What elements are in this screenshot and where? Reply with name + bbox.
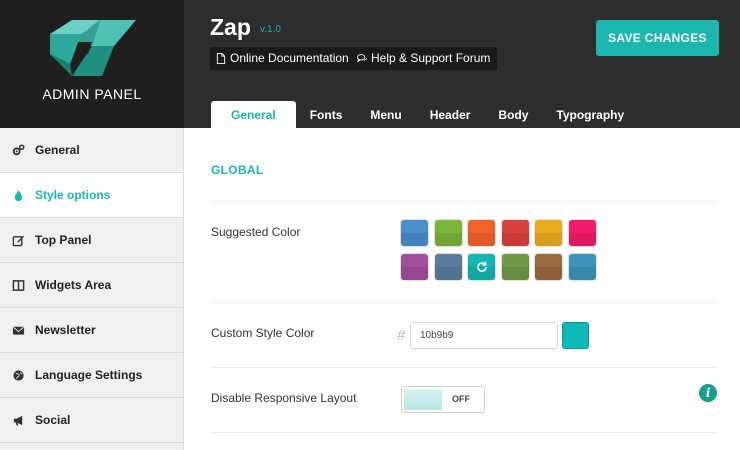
tab-general[interactable]: General	[211, 101, 296, 128]
tab-fonts[interactable]: Fonts	[296, 101, 357, 128]
document-icon	[216, 53, 226, 64]
drop-icon	[11, 188, 25, 202]
sidebar-item-style-options[interactable]: Style options	[0, 173, 183, 218]
section-title: GLOBAL	[211, 163, 264, 177]
color-swatch[interactable]	[434, 220, 462, 246]
divider	[211, 432, 717, 433]
envelope-icon	[11, 323, 25, 337]
sidebar: General Style options Top Panel Widgets …	[0, 128, 184, 450]
logo-icon	[50, 20, 136, 76]
edit-icon	[11, 233, 25, 247]
sidebar-item-label: Newsletter	[35, 323, 96, 337]
color-swatch[interactable]	[501, 254, 529, 280]
divider	[211, 302, 717, 303]
sidebar-item-label: General	[35, 143, 80, 157]
sidebar-item-label: Top Panel	[35, 233, 92, 247]
color-swatch[interactable]	[401, 254, 428, 280]
online-documentation-label: Online Documentation	[230, 51, 349, 65]
color-swatch[interactable]	[569, 254, 596, 280]
help-support-forum-link[interactable]: Help & Support Forum	[351, 47, 498, 70]
globe-icon	[11, 368, 25, 382]
sidebar-item-widgets-area[interactable]: Widgets Area	[0, 263, 183, 308]
tab-menu[interactable]: Menu	[356, 101, 415, 128]
comments-icon	[357, 54, 367, 63]
sidebar-item-label: Social	[35, 413, 71, 427]
color-swatch[interactable]	[434, 254, 462, 280]
columns-icon	[11, 278, 25, 292]
color-swatch[interactable]	[535, 220, 563, 246]
color-swatch[interactable]	[401, 220, 428, 246]
custom-style-color-label: Custom Style Color	[211, 326, 315, 340]
responsive-layout-toggle[interactable]: OFF	[401, 386, 485, 413]
bullhorn-icon	[11, 413, 25, 427]
sidebar-item-language-settings[interactable]: Language Settings	[0, 353, 183, 398]
brand-panel: ADMIN PANEL	[0, 0, 184, 128]
app-version: v.1.0	[260, 24, 281, 35]
suggested-color-label: Suggested Color	[211, 225, 301, 239]
sidebar-item-general[interactable]: General	[0, 128, 183, 173]
gears-icon	[11, 143, 25, 157]
online-documentation-link[interactable]: Online Documentation	[210, 47, 356, 70]
tab-bar: General Fonts Menu Header Body Typograph…	[211, 101, 638, 128]
color-swatch[interactable]	[501, 220, 529, 246]
color-swatch[interactable]	[468, 220, 496, 246]
header: Zap v.1.0 Online Documentation Help & Su…	[184, 0, 740, 128]
color-swatch[interactable]	[535, 254, 563, 280]
app-title: Zap	[210, 14, 251, 40]
main-content: GLOBAL Suggested Color Custom Style Colo…	[184, 128, 740, 450]
save-changes-button[interactable]: SAVE CHANGES	[596, 20, 719, 56]
color-swatch[interactable]	[468, 254, 496, 280]
divider	[211, 201, 717, 202]
custom-color-input[interactable]	[410, 322, 558, 349]
sidebar-item-top-panel[interactable]: Top Panel	[0, 218, 183, 263]
disable-responsive-layout-label: Disable Responsive Layout	[211, 391, 357, 405]
toggle-knob[interactable]	[404, 389, 442, 410]
sidebar-item-label: Widgets Area	[35, 278, 112, 292]
color-preview[interactable]	[562, 322, 589, 349]
tab-typography[interactable]: Typography	[542, 101, 638, 128]
sidebar-item-newsletter[interactable]: Newsletter	[0, 308, 183, 353]
hash-symbol: #	[397, 327, 406, 344]
sidebar-item-label: Style options	[35, 188, 111, 202]
sidebar-item-social[interactable]: Social	[0, 398, 183, 443]
tab-body[interactable]: Body	[484, 101, 542, 128]
info-icon[interactable]: i	[699, 384, 717, 402]
help-support-forum-label: Help & Support Forum	[371, 51, 491, 65]
divider	[211, 367, 717, 368]
color-swatch[interactable]	[569, 220, 596, 246]
toggle-state: OFF	[452, 394, 470, 404]
tab-header[interactable]: Header	[416, 101, 485, 128]
sidebar-item-label: Language Settings	[35, 368, 143, 382]
refresh-icon	[476, 261, 487, 272]
brand-label: ADMIN PANEL	[42, 86, 142, 102]
